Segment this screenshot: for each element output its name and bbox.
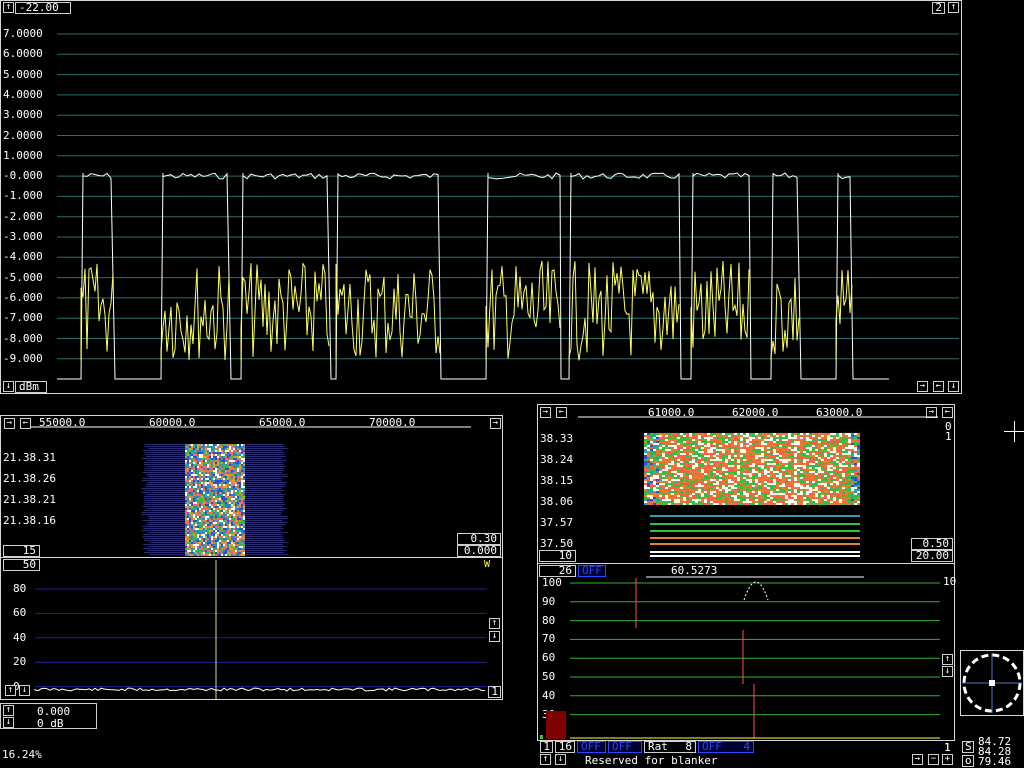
- spectrum-window: ↑ -22.00 2 ↑ 7.0000 6.0000 5.0000 4.0000 3.0…: [0, 0, 962, 394]
- blanker-up-button[interactable]: ↑: [540, 754, 551, 765]
- arrow-down-button[interactable]: ↓: [3, 381, 14, 392]
- rat-value: 8: [685, 740, 692, 753]
- cpu-load: 16.24%: [2, 748, 42, 761]
- hires-window: 26 OFF 60.5273 10 10090807060504030 ↑ ↓ …: [537, 563, 956, 753]
- arrow-left-button[interactable]: ←: [933, 381, 944, 392]
- control-16[interactable]: 16: [555, 741, 575, 753]
- db-value[interactable]: 0 dB: [37, 718, 64, 729]
- blanker-plus-button[interactable]: +: [942, 754, 953, 765]
- right-second-num: 1: [945, 430, 952, 443]
- hires-plot: [540, 576, 940, 739]
- baseband-right-num[interactable]: 1: [488, 686, 501, 698]
- arrow-up-button[interactable]: ↑: [489, 618, 500, 629]
- signal-envelope: [743, 581, 769, 601]
- control-off-1[interactable]: OFF: [577, 741, 606, 753]
- arrow-up-left-button[interactable]: ↑: [5, 685, 16, 696]
- level-controls: ↑ 0.000 ↓ 0 dB: [0, 703, 97, 729]
- off3-value: 4: [743, 740, 750, 753]
- left-waterfall-image: [31, 426, 471, 556]
- hires-right-end-num: 1: [944, 741, 951, 754]
- level-bar: [546, 711, 566, 739]
- right-waterfall-count[interactable]: 10: [539, 550, 576, 562]
- blanker-right-button[interactable]: →: [912, 754, 923, 765]
- polar-display: [962, 653, 1022, 713]
- arrow-up-button[interactable]: ↑: [942, 654, 953, 665]
- right-waterfall-offset[interactable]: 20.00: [911, 550, 953, 562]
- arrow-down-button[interactable]: ↓: [489, 631, 500, 642]
- left-waterfall-count[interactable]: 15: [3, 545, 40, 557]
- polar-window: [960, 650, 1024, 716]
- rat-label: Rat: [648, 740, 668, 753]
- baseband-window: 50 W 80 60 40 20 0 ↑ ↓ ↑ ↓ 1: [0, 557, 503, 700]
- right-waterfall-image: [578, 416, 938, 557]
- unit-label[interactable]: dBm: [15, 381, 47, 393]
- spectrum-plot: [57, 33, 959, 380]
- hires-control-row: 1 16 OFF OFF Rat 8 OFF 4 1: [538, 741, 958, 754]
- control-1[interactable]: 1: [540, 741, 553, 753]
- arrow-down-button[interactable]: ↓: [942, 666, 953, 677]
- s-button[interactable]: S: [962, 741, 974, 753]
- baseband-trace: [34, 687, 486, 692]
- signal-trace: [80, 260, 853, 361]
- spectrum-trace: [57, 172, 889, 380]
- level-up-button[interactable]: ↑: [3, 705, 14, 716]
- blanker-down-button[interactable]: ↓: [555, 754, 566, 765]
- readout-3: 79.46: [978, 755, 1012, 768]
- db-down-button[interactable]: ↓: [3, 717, 14, 728]
- rat-control[interactable]: Rat 8: [644, 741, 696, 753]
- arrow-down-left-button[interactable]: ↓: [19, 685, 30, 696]
- status-readouts: S o 84.72 84.28 79.46: [962, 736, 1024, 768]
- left-waterfall-window: → ← → 55000.0 60000.0 65000.0 70000.0 21.38…: [0, 415, 503, 558]
- control-off-2[interactable]: OFF: [608, 741, 642, 753]
- o-button[interactable]: o: [962, 755, 974, 767]
- arrow-right-button[interactable]: →: [917, 381, 928, 392]
- level-indicator: [540, 735, 543, 739]
- off3-label: OFF: [702, 740, 722, 753]
- left-waterfall-offset[interactable]: 0.000: [457, 545, 501, 557]
- control-off-3[interactable]: OFF 4: [698, 741, 754, 753]
- crosshair-cursor: [1004, 421, 1024, 442]
- blanker-minus-button[interactable]: −: [928, 754, 939, 765]
- level-value[interactable]: 0.000: [37, 706, 70, 717]
- blanker-text: Reserved for blanker: [585, 754, 718, 767]
- baseband-plot: [34, 560, 487, 699]
- arrow-down-right-button[interactable]: ↓: [948, 381, 959, 392]
- right-waterfall-window: → ← → ← 61000.0 62000.0 63000.0 38.33 38.24…: [537, 404, 955, 564]
- blanker-row: ↑ ↓ Reserved for blanker → − +: [538, 754, 958, 767]
